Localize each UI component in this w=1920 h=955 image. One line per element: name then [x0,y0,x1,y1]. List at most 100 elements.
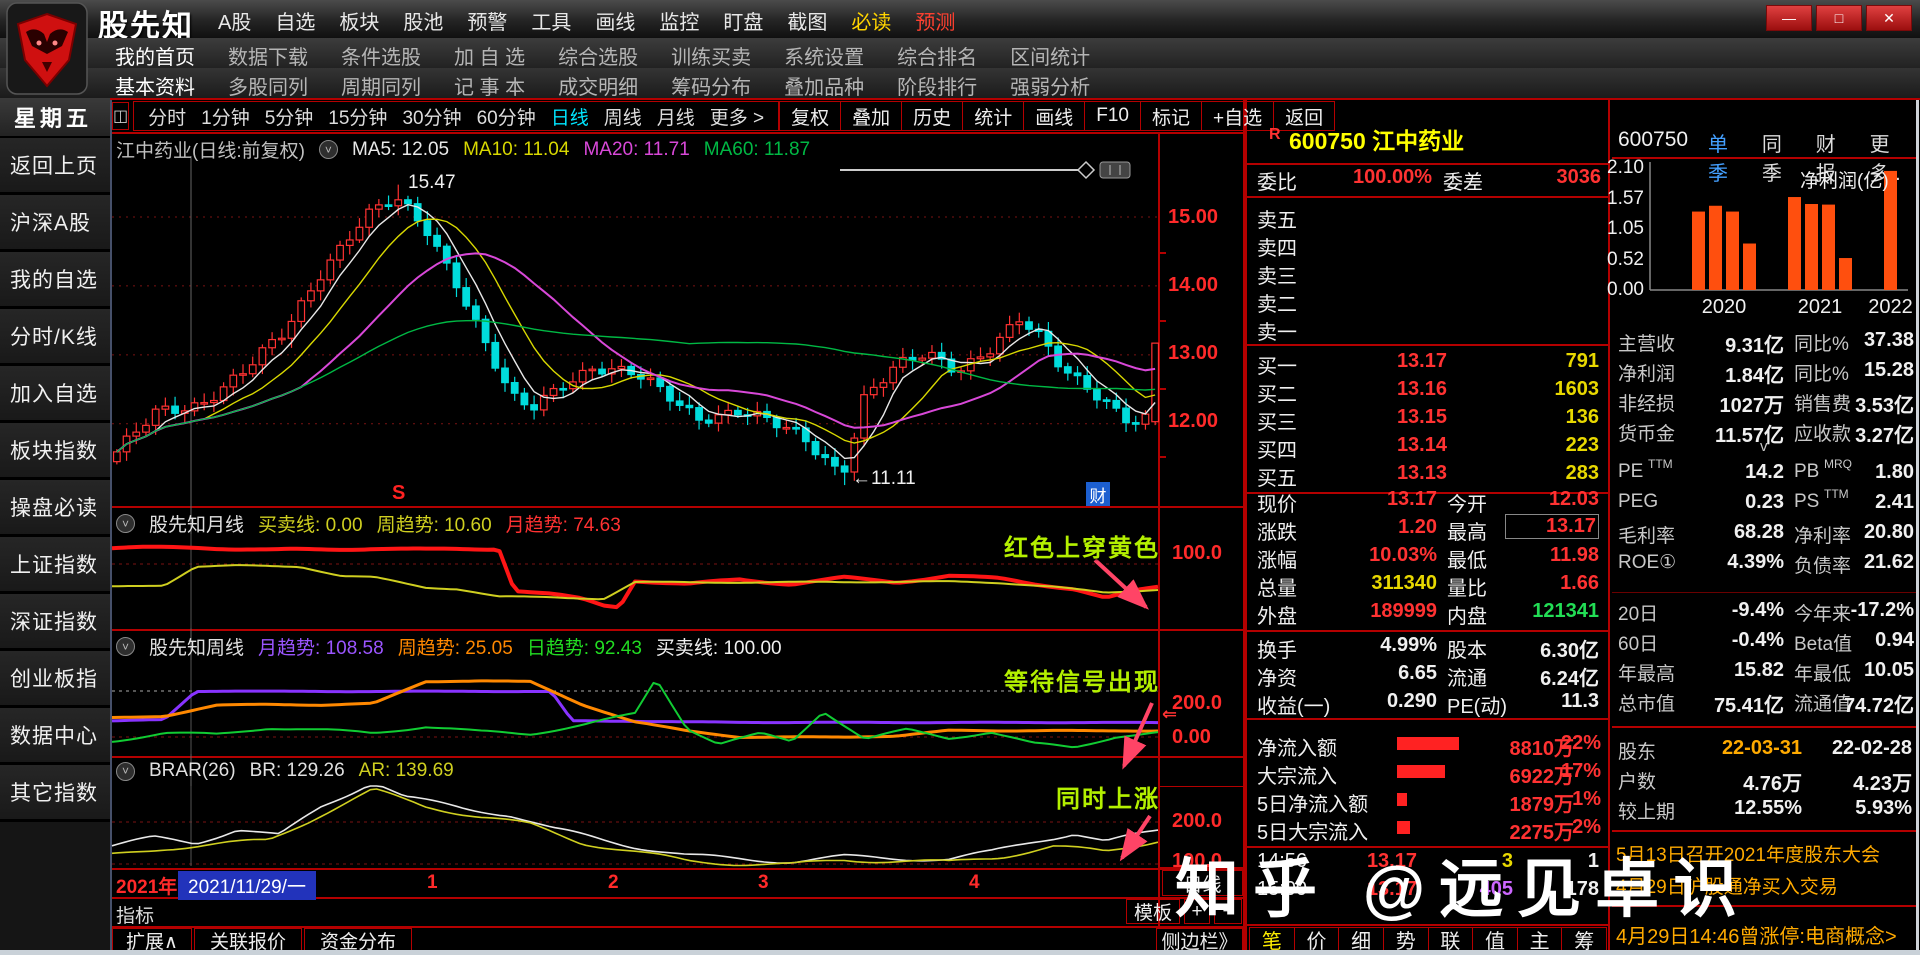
holder-v2-1: 4.23万 [1812,767,1912,796]
period-tab-30分钟[interactable]: 30分钟 [402,103,461,130]
info-v2-2: 11.98 [1505,544,1599,567]
collapse-chevron-icon[interactable]: ˅ [116,637,135,656]
sidebar-item-6[interactable]: 操盘必读 [0,480,110,537]
menu2-item-1[interactable]: 数据下载 [228,41,308,70]
fund-bar-0 [1397,737,1459,750]
menu2-item-7[interactable]: 综合排名 [897,41,977,70]
quote-tab-筹[interactable]: 筹 [1562,927,1607,952]
period-tab-月线[interactable]: 月线 [657,103,695,130]
quote-tab-细[interactable]: 细 [1339,927,1384,952]
menu-item-4[interactable]: 预警 [467,6,507,35]
finance-news-badge[interactable]: 财 [1086,482,1110,506]
sidebar-item-4[interactable]: 加入自选 [0,366,110,423]
collapse-arrow[interactable]: v [1760,438,1768,455]
quote-tab-势[interactable]: 势 [1384,927,1429,952]
period-tab-1分钟[interactable]: 1分钟 [201,103,250,130]
holder-label-0: 股东 [1618,737,1656,764]
action-F10[interactable]: F10 [1085,101,1141,131]
fin-r1-0-l1: 主营收 [1618,329,1675,356]
period-tab-5分钟[interactable]: 5分钟 [265,103,314,130]
ma-label-2: MA20: 11.71 [583,139,689,161]
menu-item-0[interactable]: A股 [218,6,251,35]
menu3-item-6[interactable]: 叠加品种 [784,71,864,100]
menu-item-6[interactable]: 画线 [595,6,635,35]
sidebar-item-2[interactable]: 我的自选 [0,252,110,309]
divider-line [1247,344,1608,346]
menu3-item-3[interactable]: 记 事 本 [454,71,525,100]
action-画线[interactable]: 画线 [1024,101,1085,131]
sidebar-item-0[interactable]: 返回上页 [0,138,110,195]
template-button[interactable]: 模板 [1126,899,1180,924]
action-+自选[interactable]: +自选 [1202,101,1274,131]
menu-item-11[interactable]: 预测 [915,6,955,35]
sidebar-item-8[interactable]: 深证指数 [0,594,110,651]
quote-tab-笔[interactable]: 笔 [1249,927,1295,952]
action-统计[interactable]: 统计 [963,101,1024,131]
collapse-chevron-icon[interactable]: ˅ [319,140,338,159]
menu2-item-2[interactable]: 条件选股 [341,41,421,70]
collapse-chevron-icon[interactable]: ˅ [116,514,135,533]
menu2-item-0[interactable]: 我的首页 [115,41,195,70]
divider-line [112,756,1243,758]
menu-item-10[interactable]: 必读 [851,6,891,35]
action-历史[interactable]: 历史 [902,101,963,131]
period-tab-日线[interactable]: 日线 [551,103,589,130]
menu3-item-2[interactable]: 周期同列 [341,71,421,100]
split-screen-icon[interactable]: ◫ [112,102,129,130]
info-v1-0: 13.17 [1329,488,1437,511]
menu-item-2[interactable]: 板块 [339,6,379,35]
menu2-item-8[interactable]: 区间统计 [1010,41,1090,70]
action-复权[interactable]: 复权 [779,101,841,131]
period-tab-周线[interactable]: 周线 [604,103,642,130]
quote-tab-价[interactable]: 价 [1295,927,1340,952]
menu-item-3[interactable]: 股池 [403,6,443,35]
sidebar-item-11[interactable]: 其它指数 [0,765,110,822]
menu-item-9[interactable]: 截图 [787,6,827,35]
menu3-item-4[interactable]: 成交明细 [558,71,638,100]
menu3-item-0[interactable]: 基本资料 [115,71,195,100]
p4-header-seg-0: BRAR(26) [149,760,236,782]
sidebar-item-5[interactable]: 板块指数 [0,423,110,480]
period-tab-更多 >[interactable]: 更多 > [710,103,764,130]
sidebar-item-1[interactable]: 沪深A股 [0,195,110,252]
minimize-button[interactable]: — [1766,5,1812,31]
sidebar-item-3[interactable]: 分时/K线 [0,309,110,366]
sidebar-item-9[interactable]: 创业板指 [0,651,110,708]
menu3-item-8[interactable]: 强弱分析 [1010,71,1090,100]
menu2-item-5[interactable]: 训练买卖 [671,41,751,70]
divider-line [1158,456,1166,458]
menu2-item-6[interactable]: 系统设置 [784,41,864,70]
menu-item-1[interactable]: 自选 [275,6,315,35]
quote-tab-联[interactable]: 联 [1429,927,1474,952]
menu3-item-1[interactable]: 多股同列 [228,71,308,100]
menu3-item-7[interactable]: 阶段排行 [897,71,977,100]
info-v1-2: 10.03% [1329,544,1437,567]
fin-r1-1-v1: 1.84亿 [1674,359,1784,388]
quote-content: R600750 江中药业委比100.00%委差3036卖五卖四卖三卖二卖一买一1… [1247,98,1608,955]
quote-tab-值[interactable]: 值 [1473,927,1518,952]
indicator-label[interactable]: 指标 [116,901,154,928]
period-tab-15分钟[interactable]: 15分钟 [328,103,387,130]
menu3-item-5[interactable]: 筹码分布 [671,71,751,100]
period-tab-分时[interactable]: 分时 [148,103,186,130]
quote-tab-主[interactable]: 主 [1518,927,1563,952]
panel-axis-label-200.0: 200.0 [1172,810,1222,833]
menu-item-7[interactable]: 监控 [659,6,699,35]
action-标记[interactable]: 标记 [1141,101,1202,131]
menu2-item-3[interactable]: 加 自 选 [454,41,525,70]
maximize-button[interactable]: □ [1816,5,1862,31]
holder-label-1: 户数 [1618,767,1656,794]
action-叠加[interactable]: 叠加 [841,101,902,131]
sidebar-item-7[interactable]: 上证指数 [0,537,110,594]
close-button[interactable]: ✕ [1866,5,1912,31]
xaxis-selected-date[interactable]: 2021/11/29/一 [178,871,316,900]
cap-v1-1: 6.65 [1329,662,1437,685]
menu2-item-4[interactable]: 综合选股 [558,41,638,70]
fin-r3-3-v2: 74.72亿 [1820,689,1914,718]
weekly-panel-header: ˅股先知周线月趋势: 108.58周趋势: 25.05日趋势: 92.43买卖线… [116,633,782,660]
menu-item-8[interactable]: 盯盘 [723,6,763,35]
sidebar-item-10[interactable]: 数据中心 [0,708,110,765]
collapse-chevron-icon[interactable]: ˅ [116,762,135,781]
period-tab-60分钟[interactable]: 60分钟 [477,103,536,130]
menu-item-5[interactable]: 工具 [531,6,571,35]
